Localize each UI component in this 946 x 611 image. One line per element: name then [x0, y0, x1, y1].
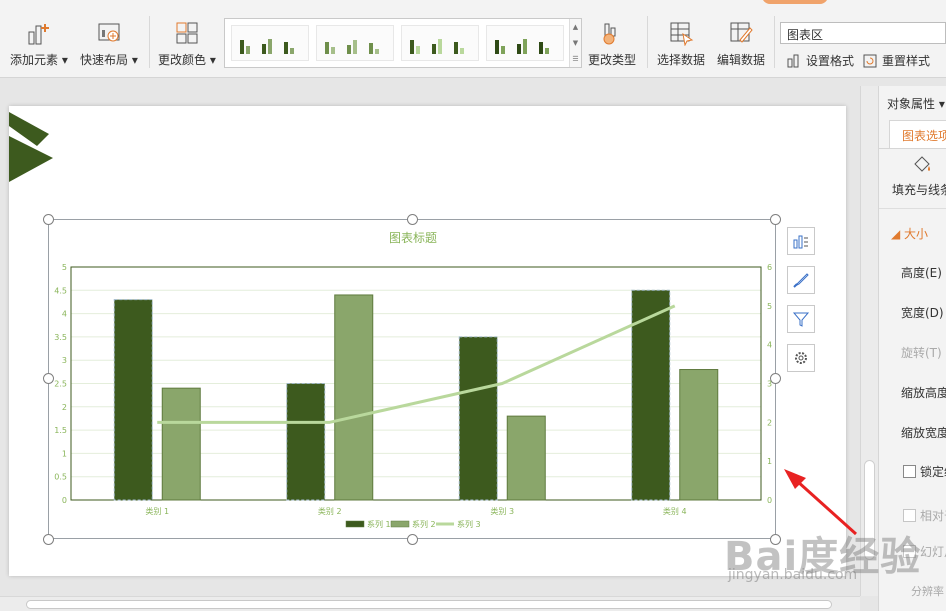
gallery-down-icon[interactable]: ▼ — [570, 35, 581, 51]
gear-icon — [795, 352, 807, 364]
set-format-button[interactable]: 设置格式 — [786, 52, 854, 69]
height-label: 高度(E) — [901, 266, 942, 280]
change-type-button[interactable]: 更改类型 — [588, 20, 636, 72]
resize-handle[interactable] — [407, 214, 418, 225]
chart-style-option[interactable] — [231, 25, 309, 61]
panel-header[interactable]: 对象属性 ▾ — [887, 95, 945, 112]
chart-elements-button[interactable] — [787, 227, 815, 255]
vertical-scrollbar[interactable] — [860, 86, 878, 596]
ribbon-separator — [774, 16, 775, 68]
chart-style-gallery: ▲ ▼ ☰ — [224, 18, 582, 68]
chart-side-tools — [787, 227, 815, 383]
quick-layout-icon — [96, 20, 122, 46]
chart-selection-frame[interactable] — [48, 219, 776, 539]
reset-style-button[interactable]: 重置样式 — [862, 52, 930, 69]
edit-data-label: 编辑数据 — [717, 53, 766, 67]
chart-style-option[interactable] — [401, 25, 479, 61]
tab-chart-options-label: 图表选项 — [902, 129, 946, 143]
relative-size-checkbox[interactable]: 相对于图片原始尺寸 — [903, 507, 946, 524]
resize-handle[interactable] — [770, 214, 781, 225]
ribbon-separator — [149, 16, 150, 68]
chart-type-icon — [599, 20, 625, 46]
add-element-icon — [26, 20, 52, 46]
chart-style-button[interactable] — [787, 266, 815, 294]
set-format-label: 设置格式 — [806, 54, 855, 68]
horizontal-scroll-thumb[interactable] — [26, 600, 832, 609]
chart-filter-button[interactable] — [787, 305, 815, 333]
scale-height-label: 缩放高度 — [901, 386, 946, 400]
add-element-label: 添加元素 ▾ — [10, 53, 68, 67]
resolution-label: 分辨率 — [911, 585, 944, 598]
chart-style-option[interactable] — [486, 25, 564, 61]
rotation-label: 旋转(T) — [901, 346, 942, 360]
change-type-label: 更改类型 — [588, 53, 637, 67]
lock-ratio-checkbox[interactable]: 锁定纵横比 — [903, 463, 946, 480]
fill-bucket-icon — [914, 156, 930, 172]
gallery-scroll[interactable]: ▲ ▼ ☰ — [569, 19, 581, 67]
tab-divider — [879, 148, 946, 149]
edit-data-icon — [728, 20, 754, 46]
edit-data-button[interactable]: 编辑数据 — [717, 20, 765, 72]
chart-elements-icon — [793, 235, 808, 249]
resize-handle[interactable] — [43, 373, 54, 384]
add-element-button[interactable]: 添加元素 ▾ — [10, 20, 68, 72]
gallery-more-icon[interactable]: ☰ — [570, 51, 581, 67]
quick-layout-button[interactable]: 快速布局 ▾ — [80, 20, 138, 72]
fill-and-line-tab[interactable]: 填充与线条 — [892, 181, 946, 198]
reset-icon — [862, 53, 878, 69]
resize-handle[interactable] — [43, 534, 54, 545]
filter-icon — [792, 312, 810, 327]
palette-icon — [174, 20, 200, 46]
tab-chart-options[interactable]: 图表选项 — [889, 120, 946, 148]
select-data-icon — [668, 20, 694, 46]
horizontal-scrollbar[interactable] — [0, 596, 860, 611]
select-data-button[interactable]: 选择数据 — [657, 20, 705, 72]
brush-icon — [793, 273, 809, 288]
reset-style-label: 重置样式 — [882, 54, 931, 68]
section-divider — [879, 208, 946, 209]
chart-settings-button[interactable] — [787, 344, 815, 372]
quick-layout-label: 快速布局 ▾ — [80, 53, 138, 67]
format-icon — [786, 53, 802, 69]
change-color-button[interactable]: 更改颜色 ▾ — [158, 20, 216, 72]
ribbon-toolbar: 添加元素 ▾ 快速布局 ▾ 更改颜色 ▾ ▲ ▼ ☰ 更改类型 选择数据 编辑数… — [0, 0, 946, 78]
orange-tab[interactable] — [762, 0, 828, 4]
chart-element-select[interactable]: 图表区 — [780, 22, 946, 44]
resize-handle[interactable] — [43, 214, 54, 225]
baidu-watermark-url: jingyan.baidu.com — [728, 567, 858, 583]
scale-width-label: 缩放宽度 — [901, 426, 946, 440]
triangle-decoration — [9, 112, 53, 182]
change-color-label: 更改颜色 ▾ — [158, 53, 216, 67]
gallery-up-icon[interactable]: ▲ — [570, 19, 581, 35]
ribbon-separator — [647, 16, 648, 68]
width-label: 宽度(D) — [901, 306, 944, 320]
chart-style-option[interactable] — [316, 25, 394, 61]
resize-handle[interactable] — [770, 373, 781, 384]
resize-handle[interactable] — [407, 534, 418, 545]
size-section-header[interactable]: ◢ 大小 — [891, 225, 928, 242]
title-strip — [0, 0, 946, 12]
select-data-label: 选择数据 — [657, 53, 706, 67]
